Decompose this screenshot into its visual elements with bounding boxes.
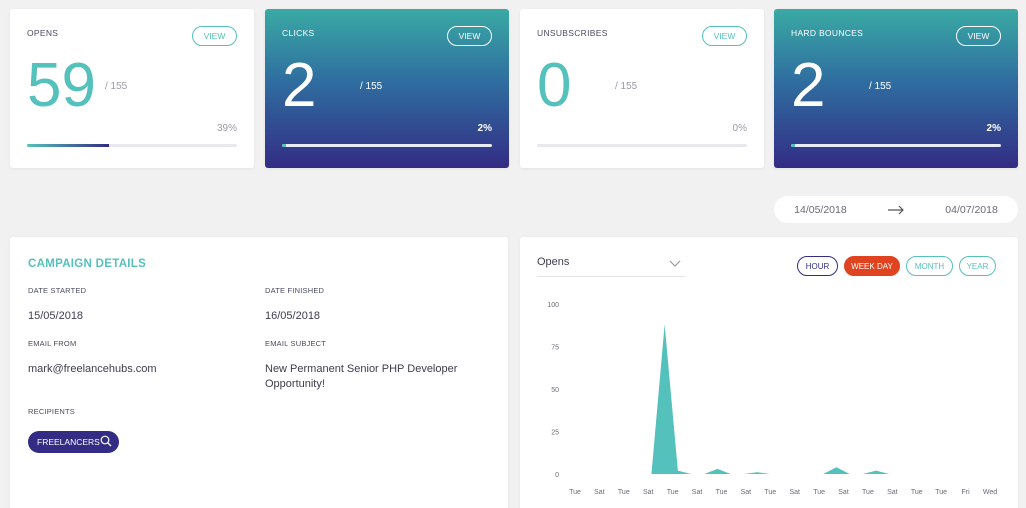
x-tick-label: Tue <box>618 489 630 496</box>
stat-total: / 155 <box>360 81 383 92</box>
x-tick-label: Tue <box>667 489 679 496</box>
stat-title: UNSUBSCRIBES <box>537 28 608 38</box>
x-tick-label: Sat <box>741 489 752 496</box>
email-subject-label: EMAIL SUBJECT <box>265 339 327 348</box>
x-tick-label: Sat <box>838 489 849 496</box>
stat-title: HARD BOUNCES <box>791 28 864 38</box>
progress-bar <box>282 144 492 147</box>
campaign-details-card: CAMPAIGN DETAILS DATE STARTED 15/05/2018… <box>10 237 508 508</box>
date-range-picker[interactable]: 14/05/2018 04/07/2018 <box>774 196 1018 223</box>
x-tick-label: Sat <box>692 489 703 496</box>
x-tick-label: Tue <box>862 489 874 496</box>
x-tick-label: Fri <box>962 489 971 496</box>
email-from-value: mark@freelancehubs.com <box>28 363 157 375</box>
x-tick-label: Tue <box>935 489 947 496</box>
view-button[interactable]: VIEW <box>956 26 1001 46</box>
x-tick-label: Sat <box>643 489 654 496</box>
progress-bar <box>537 144 747 147</box>
stat-total: / 155 <box>615 81 638 92</box>
recipient-chip-label: FREELANCERS <box>37 437 100 447</box>
stat-value: 59 <box>27 51 96 120</box>
stat-percent: 2% <box>477 123 492 134</box>
stat-card-unsubscribes: UNSUBSCRIBES VIEW 0 / 155 0% <box>520 9 764 168</box>
stat-percent: 0% <box>732 123 747 134</box>
opens-chart-card: Opens HOUR WEEK DAY MONTH YEAR 0 25 50 75 10… <box>520 237 1018 508</box>
x-tick-label: Tue <box>716 489 728 496</box>
x-tick-label: Sat <box>887 489 898 496</box>
stat-card-clicks: CLICKS VIEW 2 / 155 2% <box>265 9 509 168</box>
progress-bar <box>791 144 1001 147</box>
opens-area-series <box>625 324 995 474</box>
progress-bar-fill <box>282 144 287 147</box>
stat-title: OPENS <box>27 28 59 38</box>
opens-area-chart: 0 25 50 75 100 Tue Sat Tue Sat Tue Sat Tue Sat Tue Sat… <box>547 302 997 496</box>
stat-total: / 155 <box>105 81 128 92</box>
recipients-label: RECIPIENTS <box>28 407 76 416</box>
search-icon[interactable] <box>100 435 112 449</box>
x-tick-label: Sat <box>789 489 800 496</box>
stat-percent: 39% <box>216 123 237 134</box>
date-range-end[interactable]: 04/07/2018 <box>945 204 998 216</box>
date-finished-label: DATE FINISHED <box>265 286 325 295</box>
date-started-label: DATE STARTED <box>28 286 87 295</box>
stat-title: CLICKS <box>282 28 315 38</box>
x-tick-label: Tue <box>813 489 825 496</box>
stat-value: 2 <box>791 51 826 120</box>
stat-total: / 155 <box>869 81 892 92</box>
stat-percent: 2% <box>986 123 1001 134</box>
progress-bar <box>27 144 237 147</box>
view-button[interactable]: VIEW <box>447 26 492 46</box>
y-tick-label: 75 <box>551 345 559 352</box>
x-tick-label: Wed <box>983 489 997 496</box>
campaign-details-title: CAMPAIGN DETAILS <box>28 258 147 270</box>
x-tick-label: Tue <box>911 489 923 496</box>
y-tick-label: 100 <box>547 302 559 309</box>
stat-card-opens: OPENS VIEW 59 / 155 39% <box>10 9 254 168</box>
date-started-value: 15/05/2018 <box>28 310 84 322</box>
view-button[interactable]: VIEW <box>702 26 747 46</box>
recipient-chip[interactable]: FREELANCERS <box>28 431 119 453</box>
x-tick-label: Tue <box>569 489 581 496</box>
stat-card-hard-bounces: HARD BOUNCES VIEW 2 / 155 2% <box>774 9 1018 168</box>
date-range-start[interactable]: 14/05/2018 <box>794 204 847 216</box>
x-tick-label: Tue <box>764 489 776 496</box>
progress-bar-fill <box>27 144 109 147</box>
email-subject-value: New Permanent Senior PHP Developer Oppor… <box>265 363 458 390</box>
stat-value: 0 <box>537 51 572 120</box>
x-tick-label: Sat <box>594 489 605 496</box>
y-tick-label: 50 <box>551 387 559 394</box>
date-finished-value: 16/05/2018 <box>265 310 321 322</box>
y-tick-label: 0 <box>555 472 559 479</box>
view-button[interactable]: VIEW <box>192 26 237 46</box>
email-from-label: EMAIL FROM <box>28 339 77 348</box>
y-tick-label: 25 <box>551 430 559 437</box>
arrow-right-icon <box>887 202 905 218</box>
progress-bar-fill <box>791 144 796 147</box>
stat-value: 2 <box>282 51 317 120</box>
